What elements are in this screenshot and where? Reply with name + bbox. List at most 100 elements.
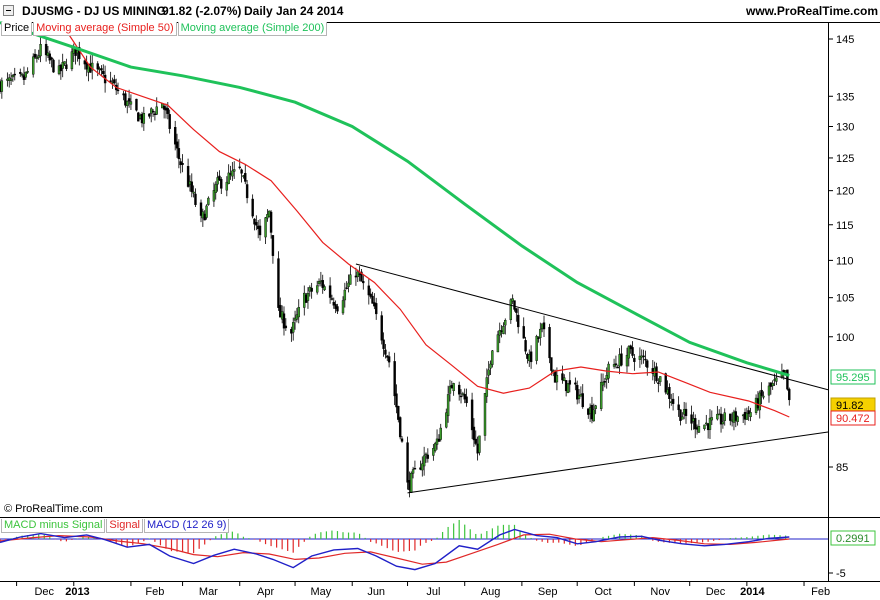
legend-price[interactable]: Price [1, 22, 33, 36]
candle-body [657, 382, 660, 384]
candle-body [413, 468, 417, 470]
candle-body [33, 53, 37, 58]
candle-body [151, 110, 155, 113]
macd-legend: MACD minus Signal Signal MACD (12 26 9) [1, 519, 230, 533]
candle-body [502, 325, 505, 334]
candle-body [70, 51, 74, 70]
candle-body [9, 78, 13, 81]
x-tick-label: Sep [538, 586, 558, 598]
candle-body [487, 369, 490, 376]
candle-body [96, 63, 99, 70]
candle-body [522, 326, 525, 339]
candle-body [446, 394, 450, 417]
candle-body [513, 300, 516, 310]
candle-body [668, 387, 671, 400]
candle-body [50, 57, 53, 60]
price-y-tick-label: 125 [836, 153, 854, 165]
candle-body [459, 395, 463, 398]
price-y-tick-label: 100 [836, 332, 854, 344]
candle-body [194, 193, 197, 205]
macd-line [0, 528, 790, 571]
price-legend: Price Moving average (Simple 50) Moving … [1, 22, 328, 36]
candle-body [113, 79, 116, 84]
candle-body [177, 148, 181, 160]
candle-body [767, 385, 771, 396]
legend-macd[interactable]: MACD (12 26 9) [144, 519, 230, 533]
candle-body [126, 100, 129, 106]
candle-body [614, 363, 618, 366]
candle-body [341, 300, 345, 314]
price-y-tick-label: 110 [836, 255, 854, 267]
legend-macd-hist[interactable]: MACD minus Signal [1, 519, 106, 533]
candle-body [336, 306, 339, 312]
macd-value-label: 0.2991 [836, 533, 870, 545]
candle-body [175, 141, 179, 149]
candle-body [155, 106, 158, 115]
candle-body [168, 114, 171, 129]
candle-body [775, 377, 778, 382]
candle-body [127, 98, 131, 102]
candle-body [129, 101, 133, 105]
candle-body [240, 169, 243, 174]
price-chart[interactable]: 145 135 130 125 120 115 110 105 100 85 Dec 2013 Feb M… [0, 0, 880, 600]
candle-body [220, 179, 223, 189]
candle-body [31, 56, 35, 75]
candle-body [380, 315, 383, 341]
candle-body [148, 113, 151, 117]
candle-body [214, 184, 217, 193]
candle-body [631, 347, 634, 356]
candle-body [306, 292, 310, 301]
candle-body [343, 289, 347, 301]
x-tick-label: 2014 [740, 586, 765, 598]
candle-body [297, 307, 300, 318]
candle-body [20, 74, 24, 76]
candle-body [109, 80, 112, 82]
candle-body [736, 416, 739, 422]
candle-body [710, 417, 714, 421]
candle-body [166, 108, 170, 114]
candle-body [603, 381, 607, 383]
candle-body [515, 308, 518, 313]
legend-signal[interactable]: Signal [106, 519, 143, 533]
candle-body [504, 320, 507, 326]
candle-body [762, 395, 765, 398]
candle-body [771, 383, 774, 387]
x-tick-label: Oct [594, 586, 611, 598]
candle-body [292, 322, 295, 333]
candle-body [574, 382, 577, 385]
candle-body [393, 361, 396, 397]
ma50-value-label: 90.472 [836, 413, 870, 425]
candle-body [485, 377, 489, 397]
candle-body [19, 71, 22, 74]
candle-body [452, 383, 455, 392]
candle-body [472, 426, 476, 441]
candle-body [550, 357, 553, 371]
candle-body [374, 303, 378, 315]
candle-body [142, 113, 146, 124]
candle-body [723, 412, 726, 421]
legend-ma50[interactable]: Moving average (Simple 50) [33, 22, 177, 36]
candle-body [539, 328, 542, 338]
x-tick-label: Dec [706, 586, 726, 598]
candle-body [328, 285, 332, 298]
candle-body [496, 334, 500, 353]
candle-body [384, 349, 387, 355]
price-y-tick-label: 145 [836, 34, 854, 46]
price-y-tick-label: 105 [836, 293, 854, 305]
candle-body [231, 170, 234, 177]
x-tick-label: Feb [145, 586, 164, 598]
candle-body [516, 314, 520, 328]
price-y-tick-label: 135 [836, 91, 854, 103]
candle-body [367, 285, 371, 296]
candle-body [271, 235, 275, 256]
x-tick-label: Apr [257, 586, 274, 598]
candle-body [116, 89, 120, 92]
candle-body [548, 327, 551, 359]
candle-body [13, 73, 16, 76]
x-tick-label: 2013 [65, 586, 89, 598]
legend-ma200[interactable]: Moving average (Simple 200) [177, 22, 328, 36]
candle-body [616, 366, 619, 369]
candle-body [323, 286, 326, 291]
candle-body [677, 404, 680, 411]
x-tick-label: Mar [199, 586, 218, 598]
